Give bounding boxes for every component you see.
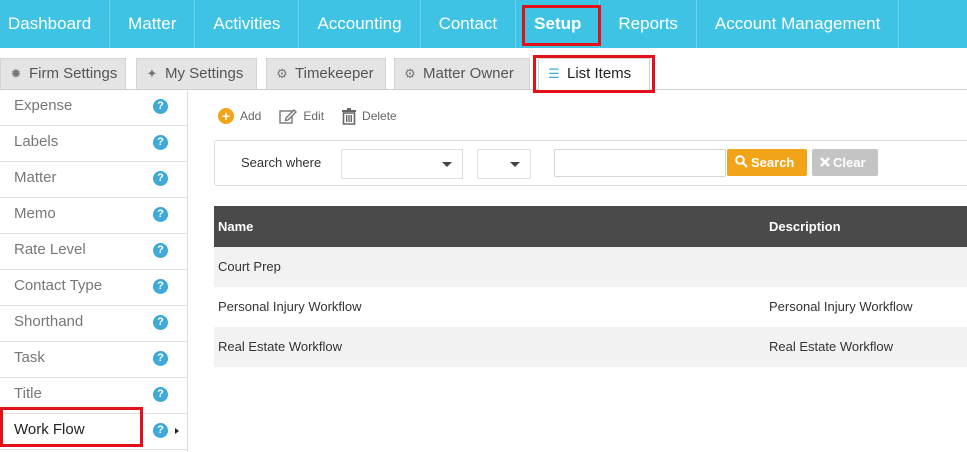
delete-button[interactable]: Delete: [342, 107, 397, 125]
help-icon[interactable]: ?: [153, 315, 168, 330]
tab-list-items[interactable]: ☰ List Items: [538, 58, 650, 91]
search-input[interactable]: [554, 149, 726, 177]
column-header-description[interactable]: Description: [769, 206, 841, 247]
sidebar-item-work-flow[interactable]: Work Flow?: [0, 414, 187, 450]
nav-activities[interactable]: Activities: [195, 0, 300, 48]
nav-setup[interactable]: Setup: [516, 0, 601, 48]
search-where-label: Search where: [241, 155, 322, 170]
sidebar-item-label: Task: [14, 349, 45, 366]
clear-button[interactable]: Clear: [812, 149, 878, 176]
search-button-label: Search: [751, 155, 795, 170]
clear-button-label: Clear: [833, 155, 866, 170]
sidebar-item-label: Shorthand: [14, 313, 84, 330]
chevron-down-icon: [442, 162, 452, 167]
table-row[interactable]: Real Estate Workflow Real Estate Workflo…: [214, 327, 967, 367]
tab-label: Firm Settings: [29, 65, 118, 82]
sidebar-item-title[interactable]: Title?: [0, 378, 187, 414]
tab-label: List Items: [567, 65, 632, 82]
sidebar-item-memo[interactable]: Memo?: [0, 198, 187, 234]
help-icon[interactable]: ?: [153, 99, 168, 114]
edit-button[interactable]: Edit: [279, 108, 324, 124]
cell-description: Real Estate Workflow: [769, 339, 894, 354]
work-flow-table: Name Description Court Prep Personal Inj…: [214, 206, 967, 367]
caret-right-icon: [175, 428, 179, 434]
add-button[interactable]: + Add: [218, 108, 261, 124]
tab-timekeeper[interactable]: ⚙ Timekeeper: [266, 58, 386, 89]
gears-icon: ⚙: [276, 66, 288, 81]
delete-label: Delete: [362, 109, 397, 123]
sidebar-item-contact-type[interactable]: Contact Type?: [0, 270, 187, 306]
column-header-name[interactable]: Name: [218, 206, 253, 247]
sidebar-item-label: Expense: [14, 97, 73, 114]
cell-name: Court Prep: [218, 259, 281, 274]
search-operator-select[interactable]: [477, 149, 531, 179]
help-icon[interactable]: ?: [153, 279, 168, 294]
search-button[interactable]: Search: [727, 149, 807, 176]
sidebar-item-expense[interactable]: Expense?: [0, 90, 187, 126]
sidebar-item-rate-level[interactable]: Rate Level?: [0, 234, 187, 270]
sidebar-item-shorthand[interactable]: Shorthand?: [0, 306, 187, 342]
help-icon[interactable]: ?: [153, 135, 168, 150]
sidebar-item-label: Memo: [14, 205, 56, 222]
search-panel: Search where Search Clear: [214, 140, 967, 186]
nav-reports[interactable]: Reports: [600, 0, 697, 48]
list-toolbar: + Add Edit Delete: [218, 106, 415, 126]
sidebar-item-label: Contact Type: [14, 277, 103, 294]
sidebar-item-labels[interactable]: Labels?: [0, 126, 187, 162]
sidebar-item-task[interactable]: Task?: [0, 342, 187, 378]
sidebar-item-label: Matter: [14, 169, 57, 186]
tab-firm-settings[interactable]: ✹ Firm Settings: [0, 58, 126, 89]
tab-matter-owner[interactable]: ⚙ Matter Owner: [394, 58, 530, 89]
table-row[interactable]: Personal Injury Workflow Personal Injury…: [214, 287, 967, 327]
sidebar-item-label: Work Flow: [14, 421, 85, 438]
sidebar-item-label: Rate Level: [14, 241, 86, 258]
add-label: Add: [240, 109, 262, 123]
table-row[interactable]: Court Prep: [214, 247, 967, 287]
tab-label: Timekeeper: [295, 65, 374, 82]
cell-name: Real Estate Workflow: [218, 339, 343, 354]
sidebar-item-label: Labels: [14, 133, 59, 150]
trash-icon: [342, 107, 357, 125]
wrench-icon: ✦: [146, 66, 158, 81]
list-items-sidebar: Expense? Labels? Matter? Memo? Rate Leve…: [0, 90, 188, 452]
tab-label: My Settings: [165, 65, 244, 82]
nav-contact[interactable]: Contact: [421, 0, 517, 48]
search-icon: [735, 155, 748, 168]
nav-account-management[interactable]: Account Management: [697, 0, 900, 48]
sidebar-item-matter[interactable]: Matter?: [0, 162, 187, 198]
help-icon[interactable]: ?: [153, 387, 168, 402]
plus-circle-icon: +: [218, 108, 234, 124]
edit-icon: [279, 109, 298, 124]
tab-label: Matter Owner: [423, 65, 514, 82]
edit-label: Edit: [303, 109, 325, 123]
close-icon: [820, 157, 830, 167]
cell-name: Personal Injury Workflow: [218, 299, 362, 314]
help-icon[interactable]: ?: [153, 423, 168, 438]
help-icon[interactable]: ?: [153, 171, 168, 186]
table-header: Name Description: [214, 206, 967, 247]
help-icon[interactable]: ?: [153, 207, 168, 222]
cell-description: Personal Injury Workflow: [769, 299, 913, 314]
tab-my-settings[interactable]: ✦ My Settings: [136, 58, 257, 89]
chevron-down-icon: [510, 162, 520, 167]
top-navigation: Dashboard Matter Activities Accounting C…: [0, 0, 967, 48]
gear-icon: ✹: [10, 66, 22, 81]
list-icon: ☰: [548, 66, 560, 81]
nav-matter[interactable]: Matter: [110, 0, 196, 48]
help-icon[interactable]: ?: [153, 351, 168, 366]
sidebar-item-label: Title: [14, 385, 42, 402]
gear-icon: ⚙: [404, 66, 416, 81]
settings-tabs: ✹ Firm Settings ✦ My Settings ⚙ Timekeeper …: [0, 48, 967, 91]
nav-dashboard[interactable]: Dashboard: [0, 0, 111, 48]
help-icon[interactable]: ?: [153, 243, 168, 258]
nav-accounting[interactable]: Accounting: [299, 0, 421, 48]
search-field-select[interactable]: [341, 149, 463, 179]
